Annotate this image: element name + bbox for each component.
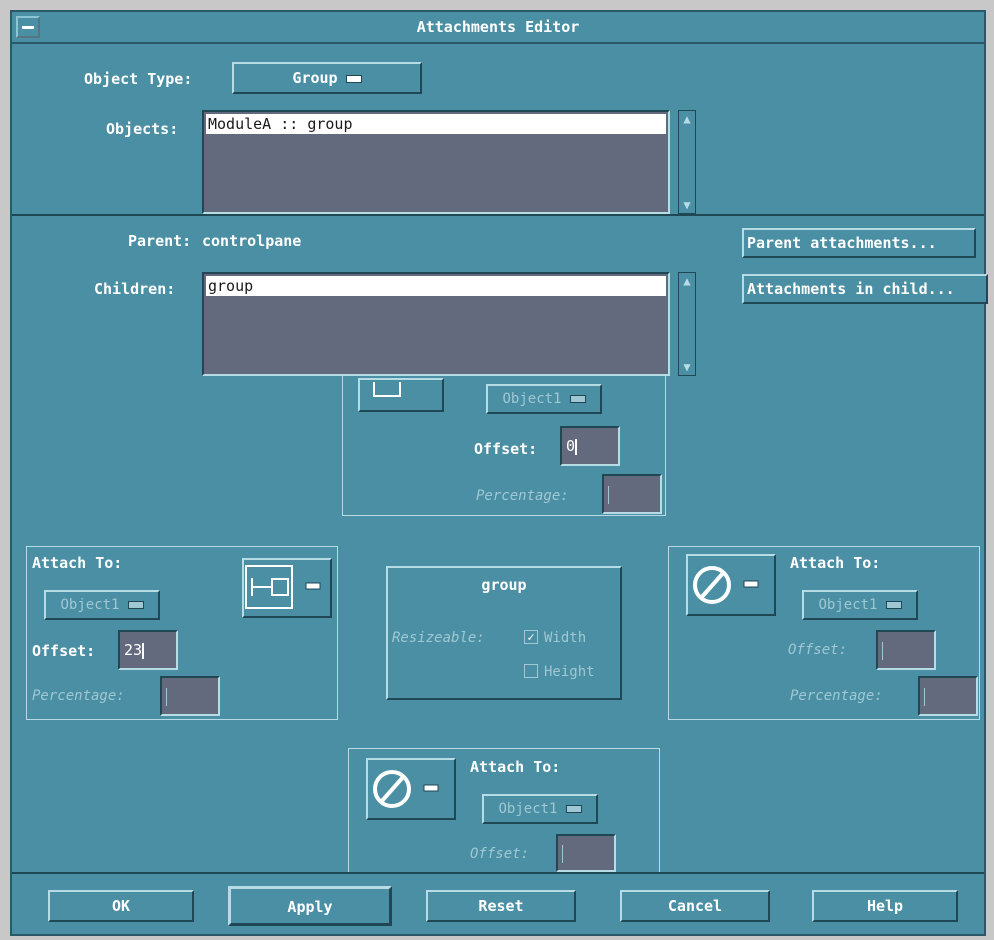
left-offset-value: 23 (124, 641, 143, 659)
resizable-label: Resizeable: (392, 630, 485, 646)
height-checkbox[interactable]: Height (524, 664, 595, 680)
footer-divider (12, 872, 984, 874)
right-percentage-label: Percentage: (790, 688, 883, 704)
top-offset-value: 0 (566, 437, 576, 455)
left-percentage-label: Percentage: (32, 688, 125, 704)
attachments-in-child-button[interactable]: Attachments in child... (742, 274, 988, 304)
text-caret (882, 641, 883, 660)
top-object-value: Object1 (502, 391, 562, 407)
apply-button[interactable]: Apply (228, 886, 392, 926)
height-label: Height (544, 664, 595, 680)
width-label: Width (544, 630, 587, 646)
text-caret (924, 687, 925, 706)
no-attachment-icon (693, 566, 759, 604)
bottom-attach-to-label: Attach To: (470, 758, 561, 776)
left-object-value: Object1 (60, 597, 120, 613)
object-type-option-menu[interactable]: Group (232, 62, 422, 94)
option-indicator-icon (885, 601, 902, 609)
left-offset-label: Offset: (32, 642, 96, 660)
left-attach-to-label: Attach To: (32, 554, 123, 572)
parent-label: Parent: (128, 232, 192, 250)
reset-button[interactable]: Reset (426, 890, 576, 922)
text-caret (166, 687, 167, 706)
checkbox-checked-icon: ✓ (524, 630, 538, 644)
objects-label: Objects: (106, 120, 179, 138)
parent-attachments-button[interactable]: Parent attachments... (742, 228, 976, 258)
top-object-option-menu[interactable]: Object1 (486, 384, 602, 414)
title-bar: Attachments Editor (12, 12, 984, 44)
attach-position-icon (245, 565, 321, 609)
parent-value: controlpane (202, 232, 302, 250)
bottom-attach-type-button[interactable] (366, 758, 456, 820)
text-caret (608, 485, 609, 504)
children-list[interactable]: group (202, 272, 670, 376)
right-offset-label: Offset: (788, 642, 848, 658)
left-offset-input[interactable]: 23 (118, 630, 178, 670)
scroll-down-icon[interactable]: ▼ (680, 198, 694, 212)
scroll-down-icon[interactable]: ▼ (680, 360, 694, 374)
top-percentage-input[interactable] (602, 474, 662, 514)
left-percentage-input[interactable] (160, 676, 220, 716)
children-list-item[interactable]: group (206, 276, 666, 296)
right-attach-type-button[interactable] (686, 554, 776, 616)
option-indicator-icon (127, 601, 144, 609)
left-object-option-menu[interactable]: Object1 (44, 590, 160, 620)
objects-list[interactable]: ModuleA :: group (202, 110, 670, 214)
right-object-option-menu[interactable]: Object1 (802, 590, 918, 620)
ok-button[interactable]: OK (48, 890, 194, 922)
no-attachment-icon (373, 770, 439, 808)
scroll-up-icon[interactable]: ▲ (680, 274, 694, 288)
bottom-offset-label: Offset: (470, 846, 530, 862)
bottom-offset-input[interactable] (556, 834, 616, 872)
object-type-label: Object Type: (84, 70, 193, 88)
help-button[interactable]: Help (812, 890, 958, 922)
window-title: Attachments Editor (416, 18, 580, 36)
right-object-value: Object1 (818, 597, 878, 613)
section-divider (12, 214, 984, 216)
width-checkbox[interactable]: ✓ Width (524, 630, 586, 646)
objects-scrollbar[interactable]: ▲ ▼ (678, 110, 696, 214)
option-indicator-icon (565, 805, 582, 813)
scroll-up-icon[interactable]: ▲ (680, 112, 694, 126)
children-scrollbar[interactable]: ▲ ▼ (678, 272, 696, 376)
bottom-object-option-menu[interactable]: Object1 (482, 794, 598, 824)
option-indicator-icon (569, 395, 586, 403)
top-offset-label: Offset: (474, 440, 538, 458)
attachments-editor-window: Attachments Editor Object Type: Group Ob… (10, 10, 988, 936)
top-attach-type-button[interactable] (358, 378, 444, 412)
cancel-button[interactable]: Cancel (620, 890, 770, 922)
bottom-object-value: Object1 (498, 801, 558, 817)
object-type-value: Group (292, 69, 338, 87)
right-percentage-input[interactable] (918, 676, 978, 716)
text-caret (142, 642, 145, 659)
top-percentage-label: Percentage: (476, 488, 569, 504)
right-attach-to-label: Attach To: (790, 554, 881, 572)
center-object-name: group (481, 576, 527, 594)
text-caret (575, 438, 578, 455)
right-offset-input[interactable] (876, 630, 936, 670)
attach-edge-icon (373, 382, 401, 397)
top-offset-input[interactable]: 0 (560, 426, 620, 466)
objects-list-item[interactable]: ModuleA :: group (206, 114, 666, 134)
text-caret (562, 844, 563, 863)
checkbox-unchecked-icon (524, 664, 538, 678)
option-indicator-icon (345, 74, 362, 83)
left-attach-type-button[interactable] (242, 558, 332, 618)
children-label: Children: (94, 280, 176, 298)
